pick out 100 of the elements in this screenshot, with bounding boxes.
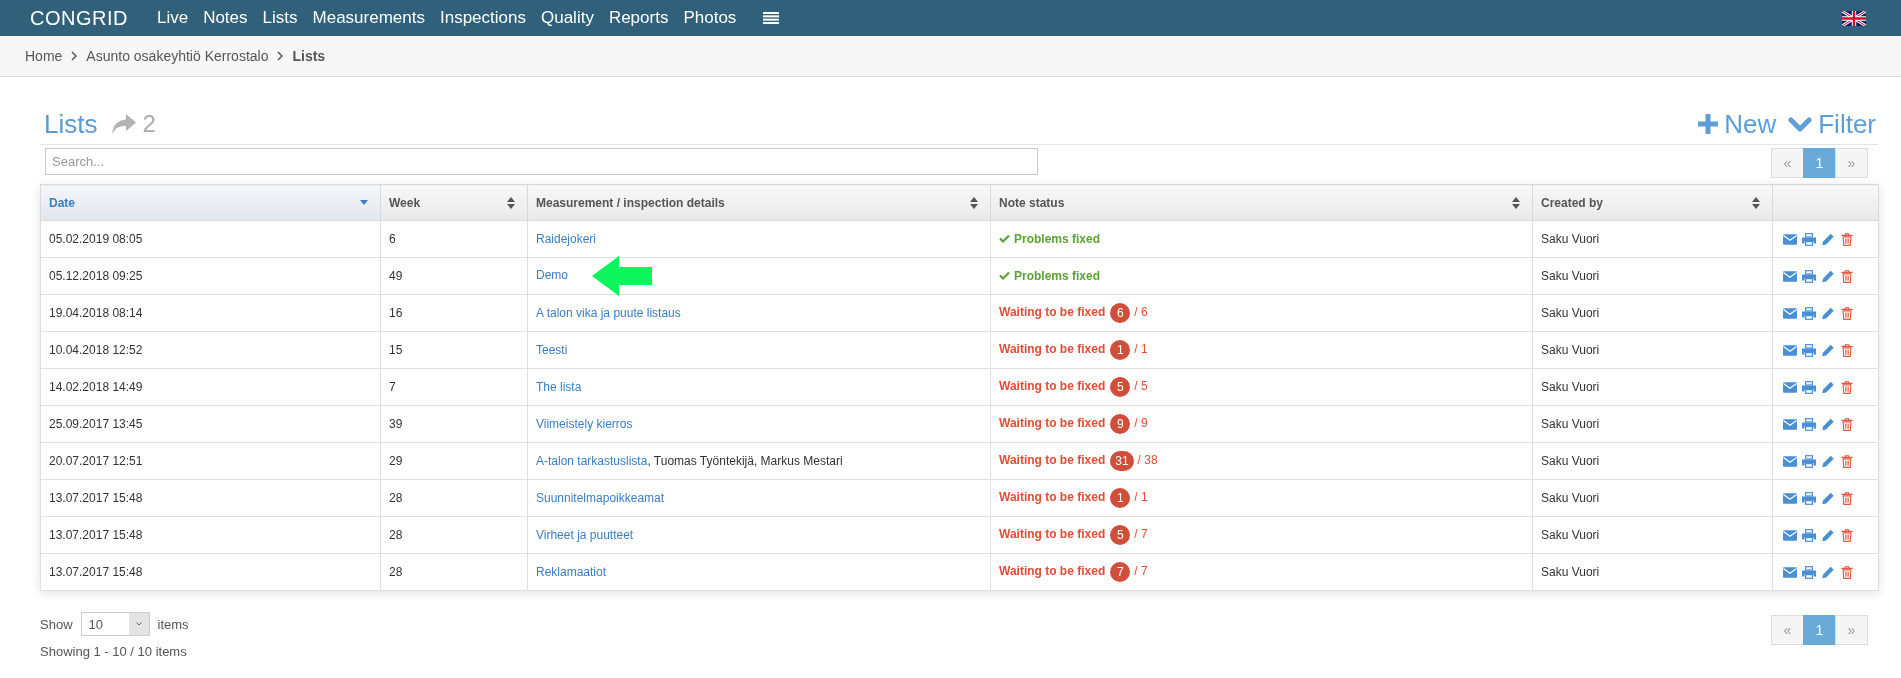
page-button[interactable]: 1 (1803, 615, 1836, 645)
envelope-icon[interactable] (1783, 566, 1797, 580)
trash-icon[interactable] (1840, 270, 1854, 284)
list-link[interactable]: Virheet ja puutteet (536, 528, 634, 542)
pencil-icon[interactable] (1821, 344, 1835, 358)
chevron-down-icon (1788, 116, 1813, 132)
print-icon[interactable] (1802, 566, 1816, 580)
trash-icon[interactable] (1840, 307, 1854, 321)
print-icon[interactable] (1802, 307, 1816, 321)
envelope-icon[interactable] (1783, 270, 1797, 284)
list-link[interactable]: Raidejokeri (536, 232, 597, 246)
pencil-icon[interactable] (1821, 381, 1835, 395)
pencil-icon[interactable] (1821, 566, 1835, 580)
list-link[interactable]: Suunnitelmapoikkeamat (536, 491, 665, 505)
filter-button[interactable]: Filter (1788, 108, 1876, 140)
envelope-icon[interactable] (1783, 418, 1797, 432)
nav-link[interactable]: Measurements (312, 6, 425, 30)
page-button[interactable]: 1 (1803, 148, 1836, 178)
table-cell: 13.07.2017 15:48 (40, 516, 381, 554)
pencil-icon[interactable] (1821, 270, 1835, 284)
print-icon[interactable] (1802, 529, 1816, 543)
count-badge: 7 (1110, 562, 1131, 582)
table-cell: 05.02.2019 08:05 (40, 220, 381, 258)
total-count: / 38 (1137, 453, 1158, 468)
status-label: Problems fixed (1014, 269, 1101, 283)
trash-icon[interactable] (1840, 344, 1854, 358)
total-count: / 1 (1134, 490, 1148, 505)
envelope-icon[interactable] (1783, 307, 1797, 321)
table-cell: 28 (380, 479, 528, 517)
column-header[interactable]: Note status (990, 184, 1533, 221)
share-count: 2 (142, 110, 156, 138)
print-icon[interactable] (1802, 233, 1816, 247)
print-icon[interactable] (1802, 455, 1816, 469)
envelope-icon[interactable] (1783, 455, 1797, 469)
print-icon[interactable] (1802, 344, 1816, 358)
plus-icon (1698, 114, 1719, 134)
items-label: items (157, 616, 189, 632)
column-header[interactable]: Measurement / inspection details (527, 184, 991, 221)
list-link[interactable]: The lista (536, 380, 582, 394)
list-link[interactable]: Demo (536, 268, 568, 283)
column-header[interactable]: Week (380, 184, 528, 221)
total-count: / 1 (1134, 342, 1148, 357)
nav-link[interactable]: Quality (540, 6, 594, 30)
list-link[interactable]: A talon vika ja puute listaus (536, 306, 681, 320)
envelope-icon[interactable] (1783, 529, 1797, 543)
search-field[interactable]: Search... (45, 148, 1038, 175)
trash-icon[interactable] (1840, 381, 1854, 395)
menu-icon[interactable] (763, 12, 780, 24)
next-page-button[interactable]: » (1835, 148, 1868, 178)
new-button[interactable]: New (1698, 108, 1777, 140)
previous-page-button[interactable]: « (1771, 148, 1804, 178)
pencil-icon[interactable] (1821, 233, 1835, 247)
next-page-button[interactable]: » (1835, 615, 1868, 645)
logo[interactable]: CONGRID (30, 6, 128, 30)
page-size-select[interactable]: 10 (80, 612, 150, 636)
pencil-icon[interactable] (1821, 529, 1835, 543)
table-cell: 05.12.2018 09:25 (40, 257, 381, 295)
nav-link[interactable]: Lists (262, 6, 298, 30)
status-label: Waiting to be fixed (999, 564, 1106, 579)
breadcrumb-current[interactable]: Lists (292, 48, 326, 64)
pencil-icon[interactable] (1821, 455, 1835, 469)
nav-link[interactable]: Reports (608, 6, 669, 30)
list-link[interactable]: Teesti (536, 343, 568, 357)
trash-icon[interactable] (1840, 233, 1854, 247)
column-header[interactable]: Date (40, 184, 381, 221)
nav-link[interactable]: Notes (203, 6, 248, 30)
table-cell: 15 (380, 331, 528, 369)
nav-link[interactable]: Photos (683, 6, 737, 30)
list-link[interactable]: Viimeistely kierros (536, 417, 633, 431)
status-label: Waiting to be fixed (999, 416, 1106, 431)
envelope-icon[interactable] (1783, 344, 1797, 358)
trash-icon[interactable] (1840, 492, 1854, 506)
print-icon[interactable] (1802, 381, 1816, 395)
pencil-icon[interactable] (1821, 492, 1835, 506)
trash-icon[interactable] (1840, 566, 1854, 580)
flag-icon[interactable] (1842, 10, 1866, 26)
envelope-icon[interactable] (1783, 381, 1797, 395)
trash-icon[interactable] (1840, 529, 1854, 543)
count-badge: 1 (1110, 488, 1131, 508)
count-badge: 5 (1110, 525, 1131, 545)
table-cell: 13.07.2017 15:48 (40, 479, 381, 517)
pencil-icon[interactable] (1821, 307, 1835, 321)
trash-icon[interactable] (1840, 418, 1854, 432)
list-link[interactable]: Reklamaatiot (536, 565, 607, 579)
breadcrumb-link[interactable]: Home (25, 48, 63, 64)
previous-page-button[interactable]: « (1771, 615, 1804, 645)
envelope-icon[interactable] (1783, 233, 1797, 247)
table-cell: Saku Vuori (1532, 257, 1773, 295)
print-icon[interactable] (1802, 492, 1816, 506)
print-icon[interactable] (1802, 418, 1816, 432)
envelope-icon[interactable] (1783, 492, 1797, 506)
pencil-icon[interactable] (1821, 418, 1835, 432)
status-label: Waiting to be fixed (999, 527, 1106, 542)
trash-icon[interactable] (1840, 455, 1854, 469)
nav-link[interactable]: Live (156, 6, 189, 30)
column-header[interactable]: Created by (1532, 184, 1773, 221)
nav-link[interactable]: Inspections (439, 6, 526, 30)
table-cell: Saku Vuori (1532, 368, 1773, 406)
breadcrumb-link[interactable]: Asunto osakeyhtiö Kerrostalo (86, 48, 269, 64)
print-icon[interactable] (1802, 270, 1816, 284)
